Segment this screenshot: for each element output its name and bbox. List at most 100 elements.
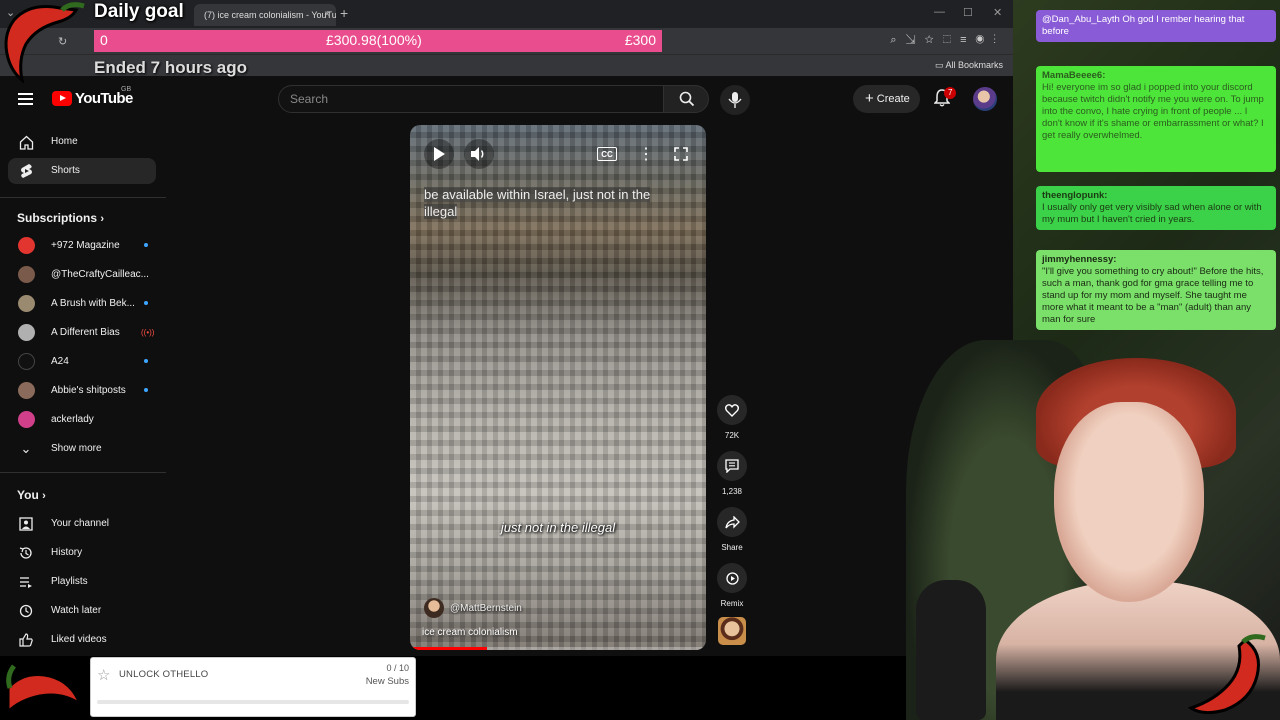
share-button[interactable]: Share [716, 507, 748, 552]
maximize-icon[interactable]: ☐ [963, 6, 973, 19]
minimize-icon[interactable]: — [934, 6, 945, 18]
search-button[interactable] [663, 85, 709, 113]
comments-button[interactable]: 1,238 [716, 451, 748, 496]
sidebar-item-watch-later[interactable]: Watch later [8, 598, 156, 624]
subscription-item[interactable]: A Brush with Bek... [8, 291, 156, 317]
comment-count: 1,238 [721, 487, 743, 496]
logo-country: GB [121, 86, 132, 93]
subscription-item[interactable]: A24 [8, 349, 156, 375]
channel-avatar [18, 295, 35, 312]
chat-username: MamaBeeee6: [1042, 70, 1106, 81]
subscription-label: +972 Magazine [51, 240, 120, 251]
caption-top-text: be available within Israel, just not in … [424, 187, 651, 219]
sidebar-item-your-channel[interactable]: Your channel [8, 511, 156, 537]
unlock-sub: New Subs [365, 676, 409, 687]
subscription-label: A Different Bias [51, 327, 120, 338]
sidebar-item-shorts[interactable]: Shorts [8, 158, 156, 184]
channel-avatar[interactable] [424, 598, 444, 618]
remix-icon [725, 571, 739, 585]
sound-thumbnail[interactable] [718, 617, 746, 645]
plus-icon: + [865, 90, 874, 107]
sidebar: Home Shorts Subscriptions › +972 Magazin… [0, 123, 166, 656]
browser-tab-title: (7) ice cream colonialism - YouTube [204, 10, 336, 20]
sidebar-item-label: Watch later [51, 605, 102, 616]
new-tab-button[interactable]: + [340, 5, 348, 21]
subscription-item[interactable]: Abbie's shitposts [8, 378, 156, 404]
create-label: Create [876, 93, 910, 105]
heart-icon [725, 403, 739, 417]
progress-bar[interactable] [410, 647, 706, 650]
account-avatar[interactable] [973, 87, 997, 111]
volume-button[interactable] [464, 139, 494, 169]
all-bookmarks-link[interactable]: ▭ All Bookmarks [935, 60, 1003, 71]
chat-message-text: Hi! everyone im so glad i popped into yo… [1042, 82, 1264, 141]
play-button[interactable] [424, 139, 454, 169]
daily-goal-bar: 0 £300.98(100%) £300 [94, 30, 662, 52]
browser-tab[interactable]: (7) ice cream colonialism - YouTube × [194, 4, 336, 26]
close-window-icon[interactable]: ✕ [993, 6, 1002, 19]
create-button[interactable]: + Create [853, 85, 920, 113]
channel-icon [18, 516, 34, 532]
new-content-dot [144, 359, 148, 363]
you-heading[interactable]: You › [17, 488, 46, 502]
search-input[interactable] [278, 85, 664, 113]
chat-username: theenglopunk: [1042, 190, 1108, 201]
toolbar-icons[interactable]: ⌕⇲☆⬚≡◉⋮ [890, 34, 1005, 47]
sidebar-item-label: Your channel [51, 518, 110, 529]
subscription-item[interactable]: ackerlady [8, 407, 156, 433]
more-options-icon[interactable]: ⋮ [638, 143, 654, 165]
notification-badge: 7 [944, 87, 957, 99]
unlock-goal-widget: ☆ UNLOCK OTHELLO 0 / 10 New Subs [90, 657, 416, 717]
sidebar-item-history[interactable]: History [8, 540, 156, 566]
chevron-right-icon: › [100, 213, 105, 225]
new-content-dot [144, 243, 148, 247]
microphone-icon [728, 92, 742, 108]
goal-target: £300 [624, 32, 656, 48]
voice-search-button[interactable] [720, 85, 750, 115]
subscription-label: @TheCraftyCailleac... [51, 269, 149, 280]
show-more-button[interactable]: ⌄ Show more [8, 436, 156, 462]
chat-message: MamaBeeee6: Hi! everyone im so glad i po… [1036, 66, 1276, 172]
sidebar-item-label: Home [51, 136, 78, 147]
chat-username: jimmyhennessy: [1042, 254, 1117, 265]
sidebar-item-home[interactable]: Home [8, 129, 156, 155]
youtube-header: YouTube GB +Create 7 [0, 77, 1013, 123]
channel-avatar [18, 382, 35, 399]
channel-avatar [18, 237, 35, 254]
volume-icon [471, 147, 484, 161]
microphone-stand [916, 580, 986, 720]
youtube-logo-icon[interactable] [52, 91, 72, 106]
subscription-item[interactable]: +972 Magazine [8, 233, 156, 259]
sidebar-item-playlists[interactable]: Playlists [8, 569, 156, 595]
subscription-label: Abbie's shitposts [51, 385, 126, 396]
live-icon: ((•)) [141, 328, 155, 337]
subscription-label: A24 [51, 356, 69, 367]
channel-name[interactable]: @MattBernstein [450, 603, 522, 614]
progress-fill [410, 647, 487, 650]
subscriptions-heading[interactable]: Subscriptions › [17, 211, 104, 225]
you-heading-label: You [17, 488, 39, 502]
subscription-item[interactable]: A Different Bias ((•)) [8, 320, 156, 346]
channel-avatar [18, 324, 35, 341]
chili-pepper-icon [1187, 634, 1266, 715]
captions-button[interactable]: CC [597, 147, 617, 161]
like-button[interactable]: 72K [716, 395, 748, 440]
captions-label: CC [601, 149, 613, 159]
subscription-label: ackerlady [51, 414, 94, 425]
short-title[interactable]: ice cream colonialism [422, 627, 518, 638]
chat-message: jimmyhennessy: "I'll give you something … [1036, 250, 1276, 330]
chili-pepper-icon [6, 664, 83, 716]
shorts-icon [18, 163, 34, 179]
tab-close-icon[interactable]: × [324, 4, 330, 26]
goal-start: 0 [100, 32, 108, 48]
fullscreen-icon[interactable] [672, 145, 690, 163]
unlock-progress-track [97, 700, 409, 704]
remix-button[interactable]: Remix [716, 563, 748, 608]
playlist-icon [18, 574, 34, 590]
search-icon [679, 91, 695, 107]
subscription-item[interactable]: @TheCraftyCailleac... [8, 262, 156, 288]
menu-icon[interactable] [18, 93, 33, 105]
history-icon [18, 545, 34, 561]
home-icon [18, 134, 34, 150]
shorts-player[interactable]: CC ⋮ be available within Israel, just no… [410, 125, 706, 650]
